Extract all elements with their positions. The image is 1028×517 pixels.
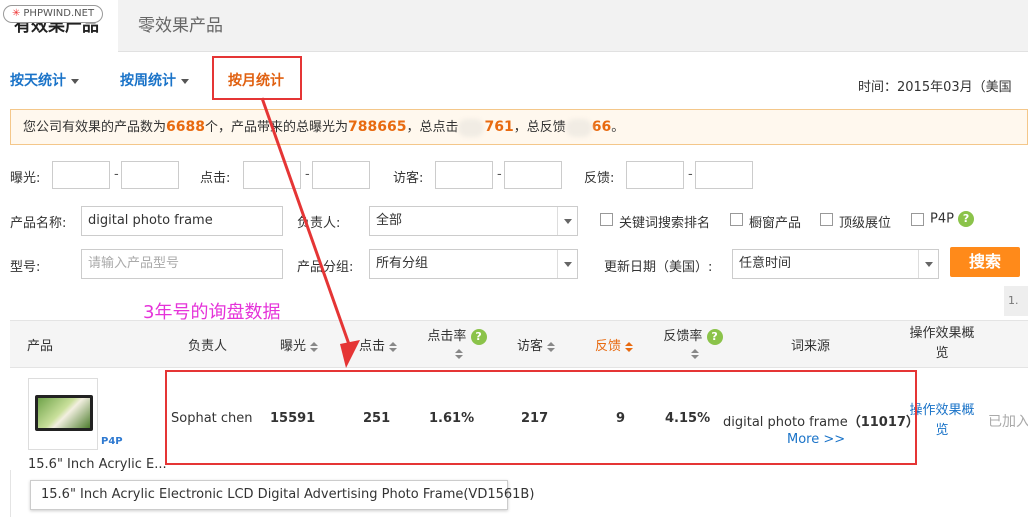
arrow-head bbox=[340, 340, 360, 368]
annotation-arrow bbox=[260, 97, 360, 368]
watermark: ✳ PHPWIND.NET bbox=[3, 5, 104, 23]
asterisk-icon: ✳ bbox=[12, 8, 21, 19]
watermark-text: PHPWIND.NET bbox=[23, 8, 95, 19]
arrow-line bbox=[260, 97, 353, 351]
